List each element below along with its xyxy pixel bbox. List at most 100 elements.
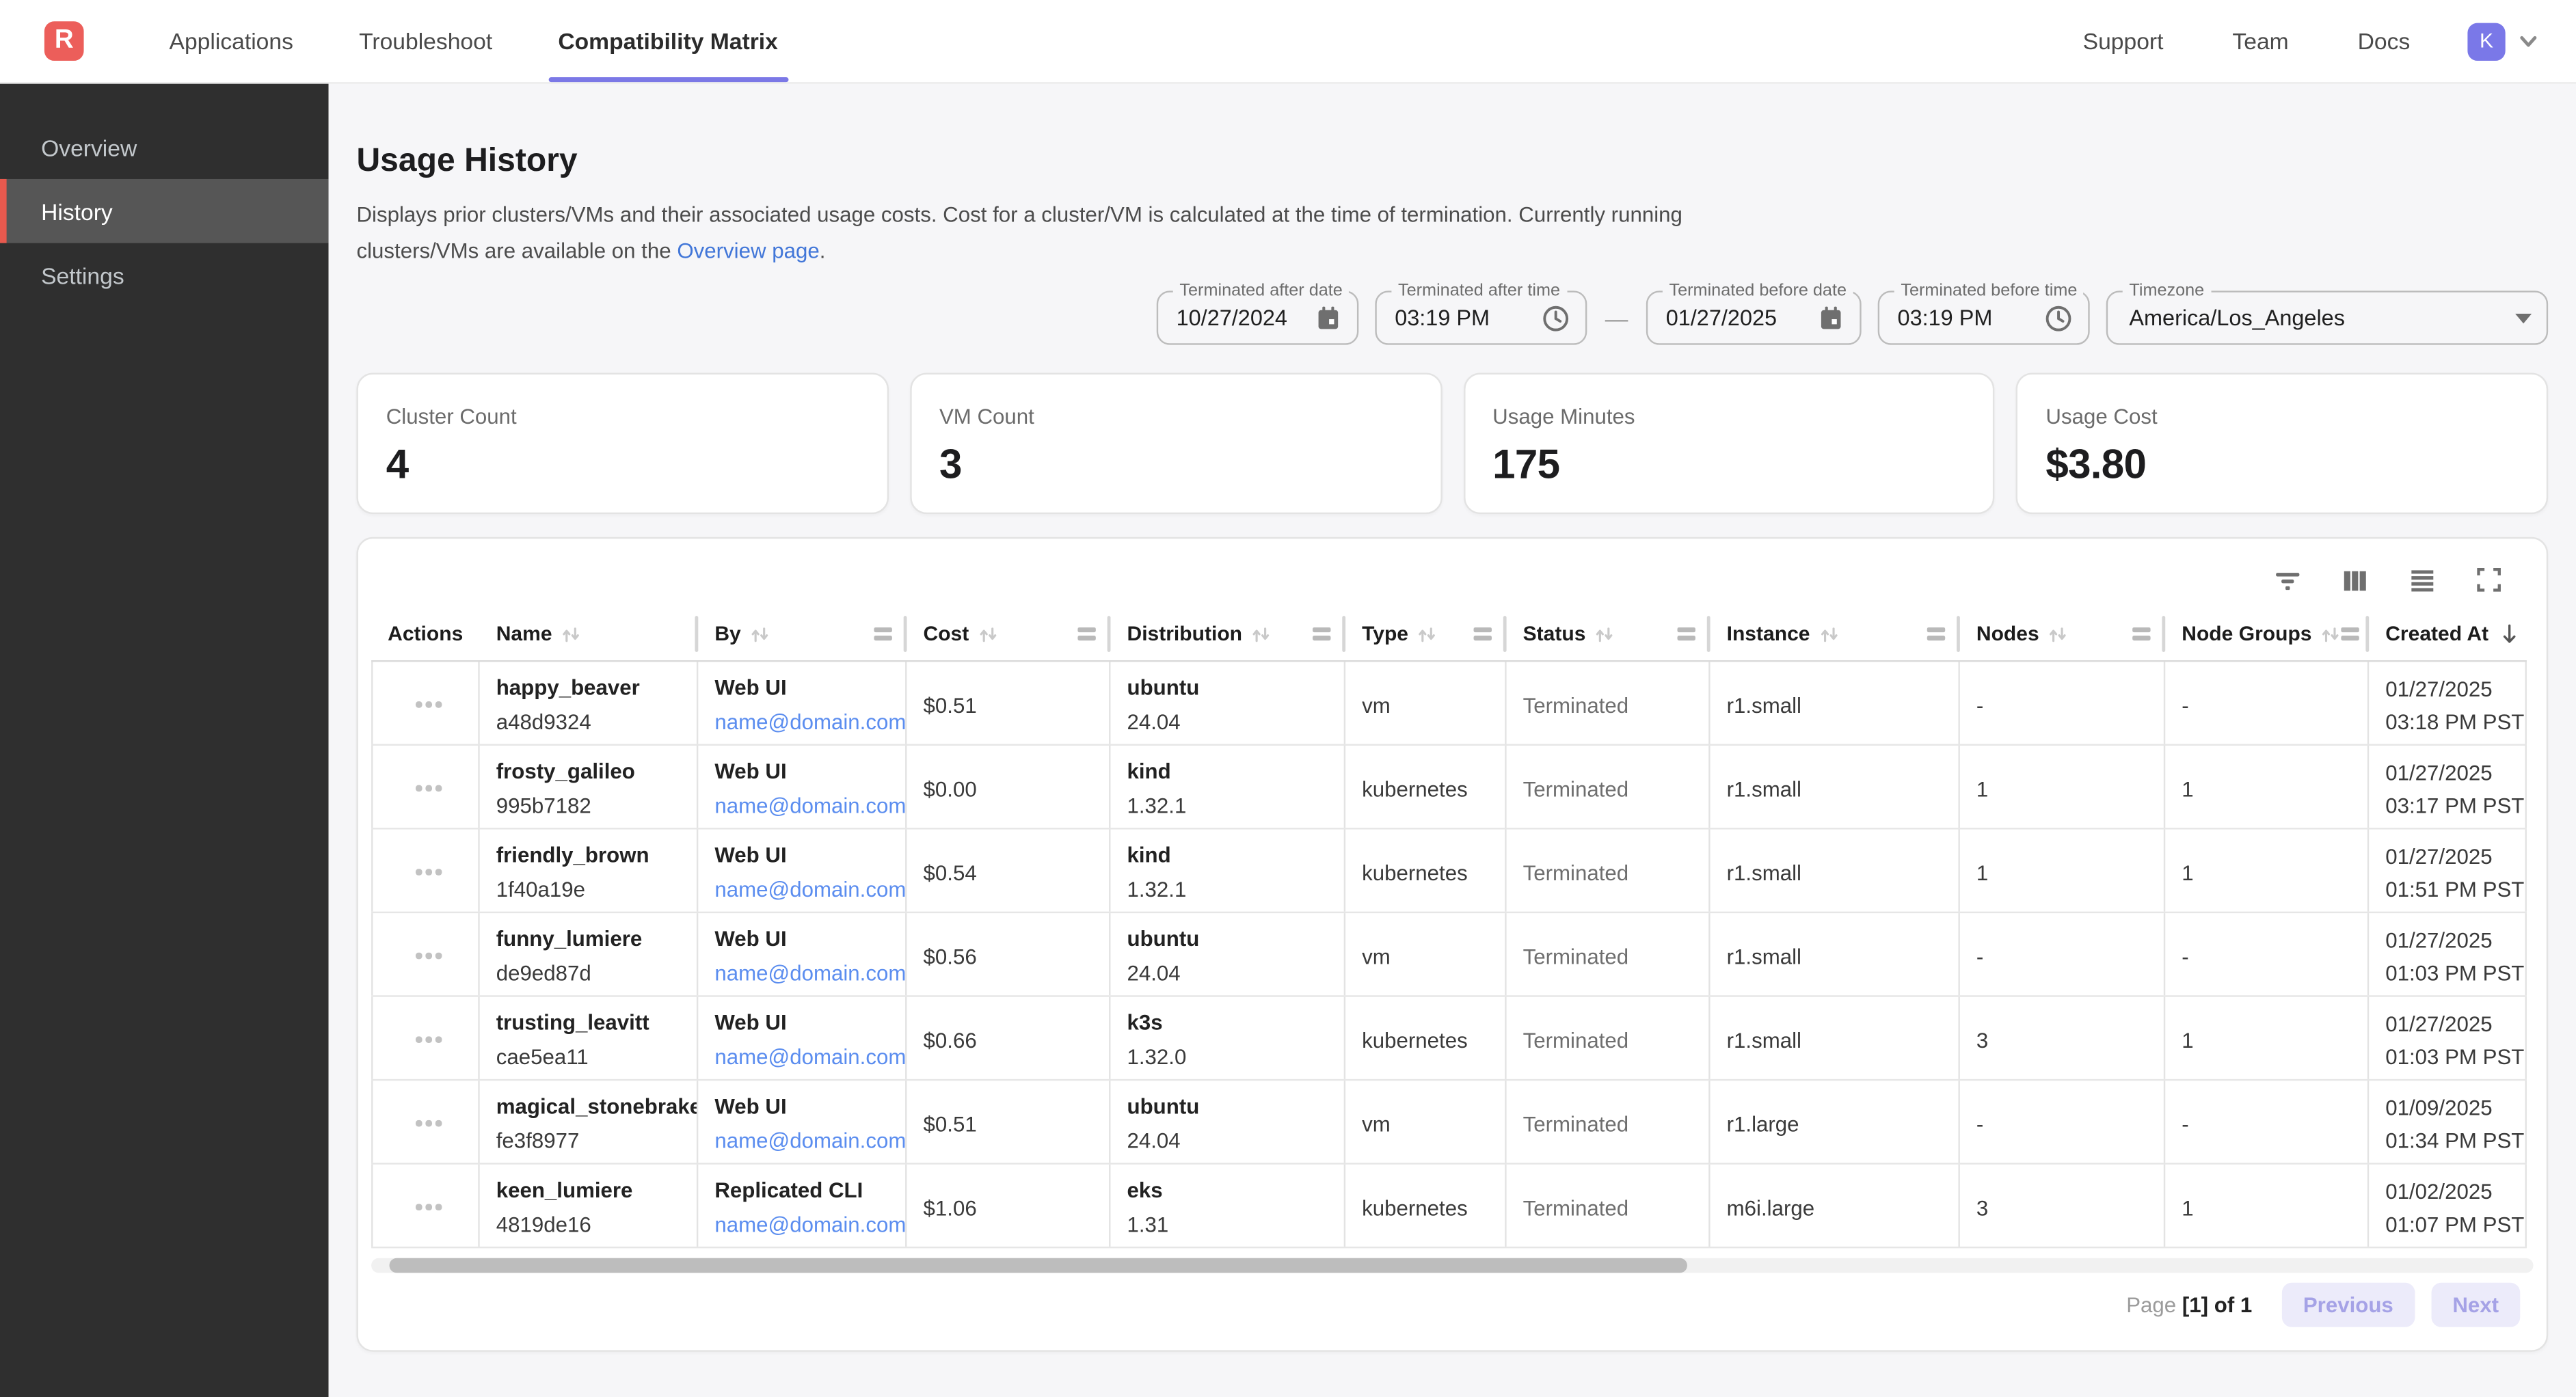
row-actions-menu-icon[interactable] — [416, 953, 442, 958]
column-header-label[interactable]: Name — [496, 623, 552, 646]
sort-icon[interactable] — [561, 623, 582, 645]
row-actions-menu-icon[interactable] — [416, 1120, 442, 1126]
stat-value: $3.80 — [2045, 442, 2518, 489]
created-by-email-link[interactable]: name@domain.com — [714, 1126, 895, 1155]
created-by-email-link[interactable]: name@domain.com — [714, 791, 895, 820]
horizontal-scrollbar-thumb[interactable] — [390, 1258, 1687, 1273]
cluster-name: friendly_brown — [496, 840, 687, 869]
terminated-before-date-field[interactable]: Terminated before date 01/27/2025 — [1646, 290, 1862, 344]
column-menu-icon[interactable] — [874, 628, 891, 640]
sort-icon[interactable] — [2048, 623, 2069, 645]
created-by-email-link[interactable]: name@domain.com — [714, 1210, 895, 1239]
dropdown-arrow-icon[interactable] — [2515, 313, 2532, 323]
nav-item-compatibility-matrix[interactable]: Compatibility Matrix — [525, 0, 811, 82]
nav-item-applications[interactable]: Applications — [136, 0, 326, 82]
created-time: 03:18 PM PST — [2385, 707, 2515, 735]
row-actions-menu-icon[interactable] — [416, 1204, 442, 1210]
created-at-cell: 01/27/2025 01:03 PM PST — [2369, 913, 2527, 995]
column-header-label[interactable]: Nodes — [1976, 623, 2039, 646]
terminated-after-date-field[interactable]: Terminated after date 10/27/2024 — [1157, 290, 1359, 344]
next-page-button[interactable]: Next — [2431, 1283, 2520, 1327]
node-groups-value: - — [2182, 942, 2357, 970]
created-by-email-link[interactable]: name@domain.com — [714, 1042, 895, 1072]
field-value[interactable]: 01/27/2025 — [1666, 306, 1808, 330]
terminated-before-time-field[interactable]: Terminated before time 03:19 PM — [1878, 290, 2090, 344]
replicated-logo[interactable]: R — [44, 21, 84, 61]
row-actions-menu-icon[interactable] — [416, 869, 442, 875]
user-avatar[interactable]: K — [2467, 22, 2505, 59]
nodes-value: - — [1976, 1109, 2154, 1137]
sidebar-item-settings[interactable]: Settings — [0, 243, 329, 308]
row-actions-menu-icon[interactable] — [416, 702, 442, 707]
sort-icon[interactable] — [2320, 623, 2342, 645]
column-header-label[interactable]: Distribution — [1127, 623, 1242, 646]
filter-icon[interactable] — [2272, 564, 2303, 595]
sort-desc-icon[interactable] — [2498, 623, 2519, 646]
page-number: [1] of 1 — [2182, 1292, 2252, 1317]
column-menu-icon[interactable] — [1077, 628, 1095, 640]
nav-item-team[interactable]: Team — [2198, 28, 2323, 54]
column-menu-icon[interactable] — [1678, 628, 1695, 640]
previous-page-button[interactable]: Previous — [2282, 1283, 2415, 1327]
column-menu-icon[interactable] — [1474, 628, 1492, 640]
cost-cell: $0.56 — [907, 913, 1110, 995]
nav-item-troubleshoot[interactable]: Troubleshoot — [326, 0, 525, 82]
density-icon[interactable] — [2406, 564, 2438, 595]
sidebar-item-overview[interactable]: Overview — [0, 115, 329, 179]
description-line2: clusters/VMs are available on the — [356, 237, 677, 262]
sort-icon[interactable] — [977, 623, 998, 645]
sort-icon[interactable] — [749, 623, 770, 645]
chevron-down-icon[interactable] — [2517, 29, 2540, 53]
field-value[interactable]: America/Los_Angeles — [2129, 306, 2505, 330]
column-header-label[interactable]: Node Groups — [2182, 623, 2311, 646]
field-label: Terminated before date — [1663, 281, 1853, 301]
cost-cell: $1.06 — [907, 1165, 1110, 1247]
column-header-label[interactable]: Type — [1362, 623, 1408, 646]
calendar-icon[interactable] — [1817, 304, 1845, 332]
fullscreen-icon[interactable] — [2474, 565, 2504, 595]
row-actions-menu-icon[interactable] — [416, 1037, 442, 1042]
column-header-label[interactable]: Created At — [2385, 623, 2488, 646]
column-header-label[interactable]: Actions — [388, 623, 463, 646]
field-value[interactable]: 03:19 PM — [1898, 306, 2034, 330]
sort-icon[interactable] — [1250, 623, 1272, 645]
sort-icon[interactable] — [1819, 623, 1840, 645]
sidebar-item-history[interactable]: History — [0, 179, 329, 243]
column-menu-icon[interactable] — [2132, 628, 2150, 640]
created-by-source: Web UI — [714, 924, 895, 953]
column-header-instance: Instance — [1710, 608, 1960, 660]
sort-icon[interactable] — [1594, 623, 1615, 645]
column-header-label[interactable]: Cost — [924, 623, 969, 646]
cost-cell: $0.51 — [907, 662, 1110, 744]
column-menu-icon[interactable] — [1313, 628, 1330, 640]
column-menu-icon[interactable] — [2342, 628, 2359, 640]
column-menu-icon[interactable] — [1927, 628, 1945, 640]
created-by-email-link[interactable]: name@domain.com — [714, 875, 895, 904]
created-by-email-link[interactable]: name@domain.com — [714, 707, 895, 737]
nav-item-docs[interactable]: Docs — [2323, 28, 2445, 54]
stat-card-usage-cost: Usage Cost $3.80 — [2016, 372, 2548, 514]
column-header-distribution: Distribution — [1110, 608, 1345, 660]
clock-icon[interactable] — [1541, 303, 1570, 332]
created-date: 01/27/2025 — [2385, 842, 2515, 870]
by-cell: Web UI name@domain.com — [698, 662, 907, 744]
cluster-id: fe3f8977 — [496, 1126, 687, 1155]
calendar-icon[interactable] — [1314, 304, 1342, 332]
nav-item-support[interactable]: Support — [2048, 28, 2198, 54]
terminated-after-time-field[interactable]: Terminated after time 03:19 PM — [1375, 290, 1587, 344]
column-header-label[interactable]: Instance — [1727, 623, 1810, 646]
overview-page-link[interactable]: Overview page — [677, 237, 819, 262]
column-header-label[interactable]: By — [714, 623, 740, 646]
table-header-row: Actions Name By Cost Distribution — [371, 608, 2527, 662]
timezone-select[interactable]: Timezone America/Los_Angeles — [2106, 290, 2548, 344]
field-value[interactable]: 10/27/2024 — [1177, 306, 1304, 330]
main-content: Usage History Displays prior clusters/VM… — [329, 84, 2576, 1397]
sort-icon[interactable] — [1417, 623, 1438, 645]
horizontal-scrollbar-track[interactable] — [371, 1258, 2533, 1273]
field-value[interactable]: 03:19 PM — [1395, 306, 1531, 330]
column-header-label[interactable]: Status — [1523, 623, 1586, 646]
row-actions-menu-icon[interactable] — [416, 785, 442, 791]
columns-icon[interactable] — [2339, 564, 2371, 595]
clock-icon[interactable] — [2043, 303, 2073, 332]
created-by-email-link[interactable]: name@domain.com — [714, 958, 895, 988]
